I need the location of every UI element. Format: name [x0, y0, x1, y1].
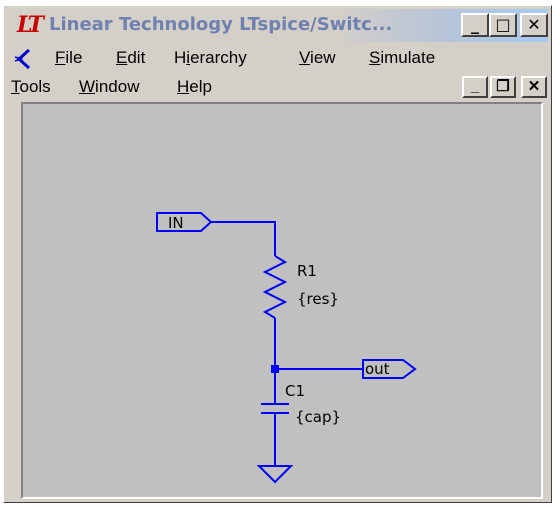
schematic-drawing: IN out R1 {res} C1 {cap} — [156, 212, 417, 484]
window-maximize-button[interactable]: □ — [489, 13, 517, 37]
document-minimize-button[interactable]: _ — [462, 76, 488, 98]
document-restore-button[interactable]: ❐ — [490, 76, 516, 98]
menu-file[interactable]: File — [55, 48, 82, 68]
menu-tools[interactable]: Tools — [11, 77, 51, 97]
capacitor-name-label: C1 — [285, 382, 305, 400]
ground-symbol — [256, 465, 294, 484]
menu-edit[interactable]: Edit — [116, 48, 145, 68]
window-minimize-button[interactable]: _ — [461, 13, 489, 37]
menu-hierarchy[interactable]: Hierarchy — [174, 48, 247, 68]
resistor-r1 — [262, 255, 288, 319]
menu-bar-row-2: Tools Window Help _ ❐ ✕ — [7, 73, 548, 101]
menu-view[interactable]: View — [299, 48, 336, 68]
ltspice-logo-icon: LT — [17, 12, 44, 38]
output-port-label: out — [365, 360, 390, 378]
menu-window[interactable]: Window — [79, 77, 139, 97]
wire-in — [211, 221, 276, 256]
input-port-label: IN — [168, 214, 184, 232]
window-close-button[interactable]: ✕ — [520, 13, 548, 37]
input-port-flag — [156, 212, 213, 232]
title-bar[interactable]: LT Linear Technology LTspice/Switc... _ … — [7, 9, 548, 42]
window-title: Linear Technology LTspice/Switc... — [49, 14, 393, 35]
resistor-value-label: {res} — [297, 290, 339, 308]
document-icon[interactable] — [13, 48, 35, 70]
ltspice-window: LT Linear Technology LTspice/Switc... _ … — [3, 5, 552, 503]
resistor-name-label: R1 — [297, 262, 317, 280]
schematic-canvas[interactable]: IN out R1 {res} C1 {cap} — [21, 102, 543, 499]
capacitor-c1 — [261, 403, 289, 414]
capacitor-value-label: {cap} — [295, 408, 341, 426]
menu-help[interactable]: Help — [177, 77, 212, 97]
menu-bar: File Edit Hierarchy View Simulate — [7, 44, 548, 72]
menu-simulate[interactable]: Simulate — [369, 48, 435, 68]
junction-dot — [271, 365, 279, 373]
document-close-button[interactable]: ✕ — [521, 76, 547, 98]
